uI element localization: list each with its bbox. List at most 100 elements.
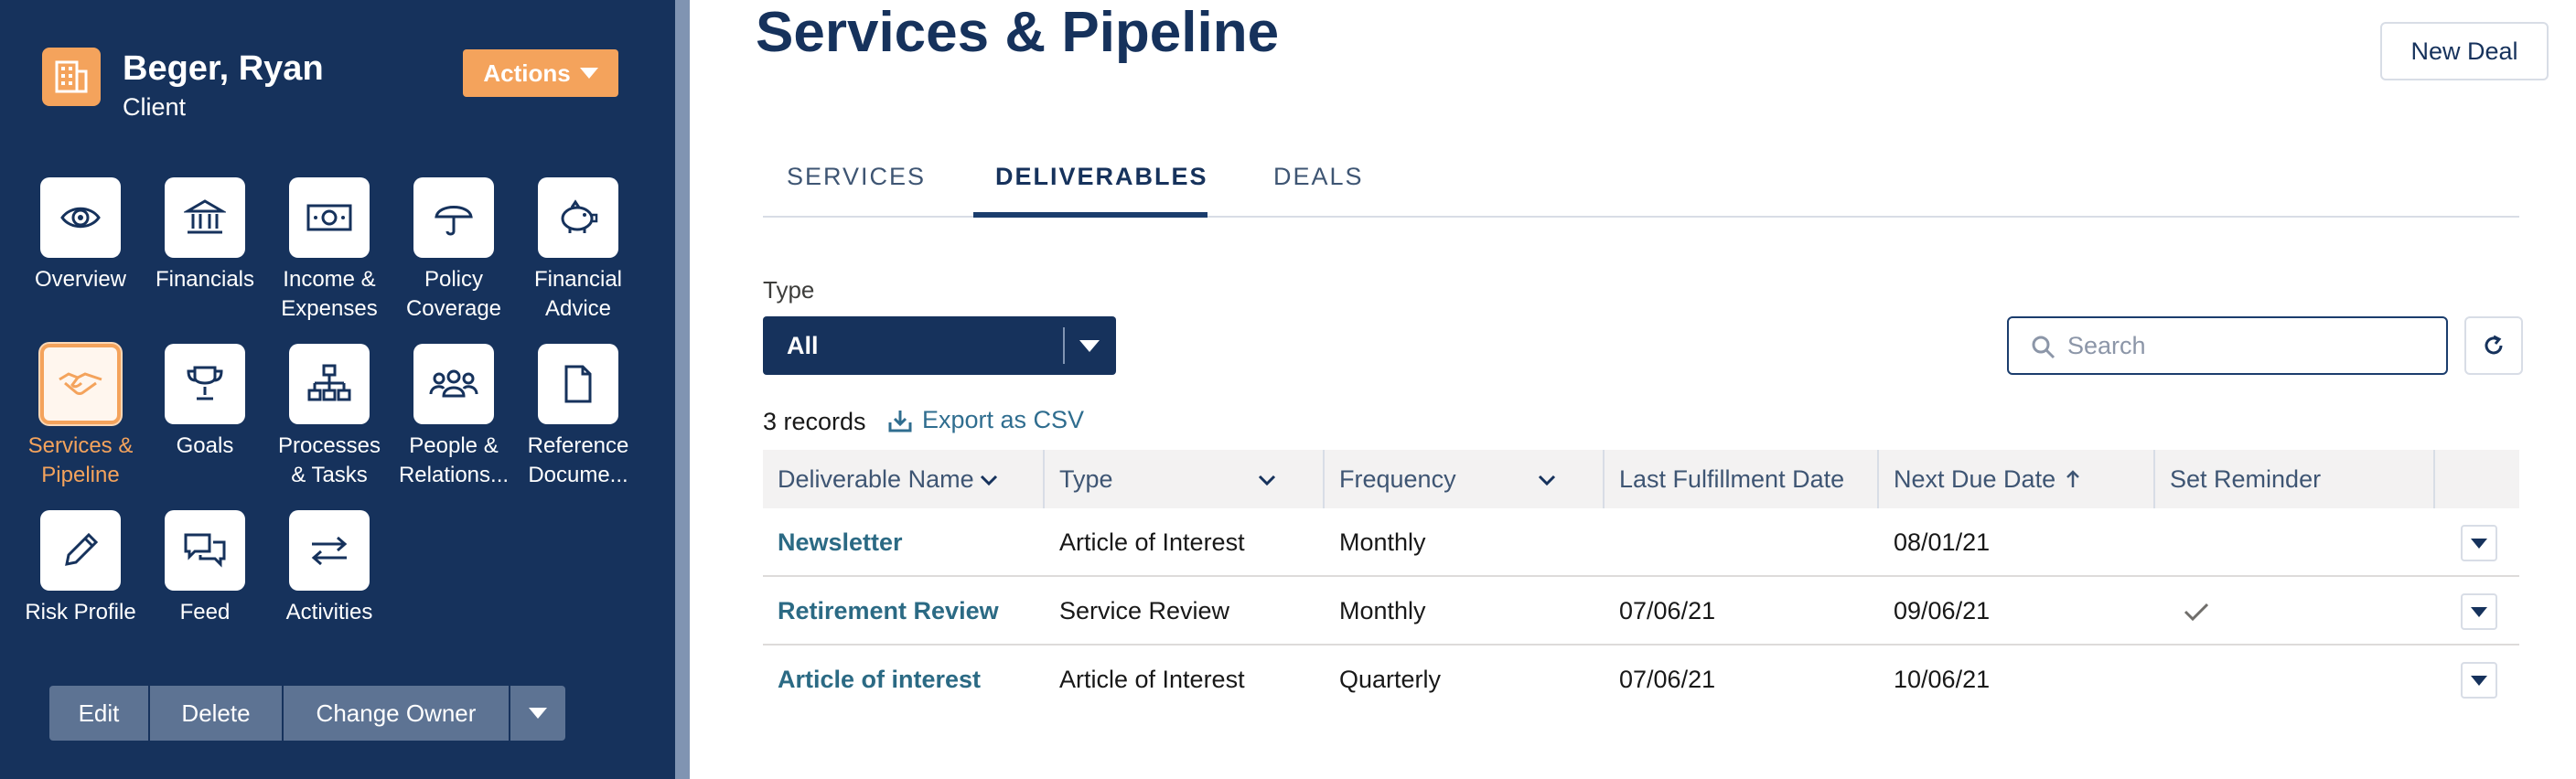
trophy-icon — [187, 366, 223, 400]
row-actions-button[interactable] — [2461, 525, 2497, 561]
search-field[interactable] — [2007, 316, 2448, 375]
chevron-down-icon[interactable] — [979, 470, 999, 490]
eye-icon — [60, 207, 101, 229]
sort-ascending-icon — [2066, 470, 2079, 487]
tile-label: Policy Coverage — [405, 267, 502, 321]
tab-deals[interactable]: DEALS — [1273, 163, 1364, 191]
chevron-down-icon[interactable] — [1537, 470, 1557, 490]
tile-label: People & Relations... — [398, 433, 510, 487]
deliverable-name-link[interactable]: Retirement Review — [763, 577, 999, 646]
frequency-cell: Monthly — [1339, 528, 1426, 556]
type-filter-label: Type — [763, 276, 815, 304]
tile-box — [538, 344, 618, 424]
type-filter-select[interactable]: All — [763, 316, 1116, 375]
next-due-cell: 10/06/21 — [1894, 666, 1991, 693]
delete-button[interactable]: Delete — [150, 686, 284, 741]
tile-goals[interactable]: Goals — [143, 344, 267, 461]
last-fulfillment-cell: 07/06/21 — [1619, 666, 1716, 693]
select-divider — [1063, 327, 1065, 364]
column-separator[interactable] — [2433, 450, 2435, 508]
export-csv-label: Export as CSV — [922, 406, 1085, 433]
chat-icon — [184, 533, 226, 568]
umbrella-icon — [435, 206, 473, 236]
search-input[interactable] — [2067, 325, 2433, 366]
building-icon — [42, 48, 101, 106]
tile-box — [289, 177, 370, 258]
tile-income-expenses[interactable]: Income & Expenses — [267, 177, 392, 324]
tile-label: Risk Profile — [25, 600, 136, 624]
piggy-bank-icon — [561, 199, 598, 233]
tile-activities[interactable]: Activities — [267, 510, 392, 627]
tile-box — [413, 177, 494, 258]
tile-overview[interactable]: Overview — [18, 177, 143, 294]
caret-down-icon — [2471, 606, 2487, 617]
column-header-last-fulfillment-date[interactable]: Last Fulfillment Date — [1605, 450, 1877, 508]
more-actions-button[interactable] — [510, 686, 565, 741]
tab-deliverables[interactable]: DELIVERABLES — [995, 163, 1208, 191]
page-title: Services & Pipeline — [756, 1, 1280, 64]
actions-label: Actions — [483, 59, 571, 87]
row-actions-button[interactable] — [2461, 593, 2497, 630]
deliverable-name-link[interactable]: Article of interest — [763, 646, 981, 714]
column-header-type[interactable]: Type — [1045, 450, 1325, 508]
type-cell: Article of Interest — [1059, 528, 1245, 556]
tile-box — [289, 510, 370, 591]
caret-down-icon — [2471, 538, 2487, 549]
column-header-label: Next Due Date — [1894, 464, 2056, 493]
row-actions-button[interactable] — [2461, 662, 2497, 699]
chevron-down-icon[interactable] — [1257, 470, 1277, 490]
tile-box — [40, 510, 121, 591]
new-deal-button[interactable]: New Deal — [2380, 22, 2549, 80]
caret-down-icon — [2471, 675, 2487, 686]
tile-financials[interactable]: Financials — [143, 177, 267, 294]
table-row: Article of interest Article of Interest … — [763, 646, 2519, 714]
caret-down-icon — [529, 708, 547, 719]
tile-label: Financial Advice — [533, 267, 623, 321]
tile-label: Income & Expenses — [281, 267, 378, 321]
tile-box — [165, 344, 245, 424]
export-csv-link[interactable]: Export as CSV — [887, 406, 1084, 434]
tile-policy-coverage[interactable]: Policy Coverage — [392, 177, 516, 324]
change-owner-button[interactable]: Change Owner — [284, 686, 510, 741]
table-row: Newsletter Article of Interest Monthly 0… — [763, 508, 2519, 577]
checkmark-icon — [2184, 603, 2209, 621]
caret-down-icon — [579, 68, 598, 79]
client-name: Beger, Ryan — [123, 49, 324, 88]
actions-button[interactable]: Actions — [463, 49, 618, 97]
sidebar-scrollbar[interactable] — [675, 0, 690, 779]
org-chart-icon — [307, 364, 351, 401]
column-header-frequency[interactable]: Frequency — [1325, 450, 1605, 508]
tile-label: Services & Pipeline — [27, 433, 134, 487]
tile-label: Overview — [34, 267, 127, 292]
column-header-set-reminder[interactable]: Set Reminder — [2155, 450, 2433, 508]
tile-reference-documents[interactable]: Reference Docume... — [516, 344, 640, 490]
records-count: 3 records — [763, 408, 866, 435]
tile-financial-advice[interactable]: Financial Advice — [516, 177, 640, 324]
tile-services-pipeline[interactable]: Services & Pipeline — [18, 344, 143, 490]
tab-services[interactable]: SERVICES — [787, 163, 926, 191]
tile-box — [40, 344, 121, 424]
last-fulfillment-cell: 07/06/21 — [1619, 597, 1716, 624]
deliverable-name-link[interactable]: Newsletter — [763, 508, 903, 577]
people-icon — [429, 369, 478, 398]
tile-label: Financials — [155, 267, 255, 292]
column-header-next-due-date[interactable]: Next Due Date — [1879, 450, 2153, 508]
tile-label: Processes & Tasks — [277, 433, 381, 487]
refresh-button[interactable] — [2464, 316, 2523, 375]
swap-arrows-icon — [311, 536, 348, 566]
edit-button[interactable]: Edit — [49, 686, 150, 741]
tile-label: Reference Docume... — [527, 433, 629, 487]
sidebar: Beger, Ryan Client Actions Overview Fina… — [0, 0, 675, 779]
table-header: Deliverable Name Type Frequency Last Ful… — [763, 450, 2519, 508]
tile-people-relations[interactable]: People & Relations... — [392, 344, 516, 490]
tile-label: Goals — [176, 433, 234, 458]
tile-box — [165, 510, 245, 591]
column-header-deliverable-name[interactable]: Deliverable Name — [763, 450, 1043, 508]
tile-box — [538, 177, 618, 258]
tile-feed[interactable]: Feed — [143, 510, 267, 627]
tile-risk-profile[interactable]: Risk Profile — [18, 510, 143, 627]
frequency-cell: Monthly — [1339, 597, 1426, 624]
tile-box — [165, 177, 245, 258]
search-icon — [2032, 336, 2055, 359]
tile-processes-tasks[interactable]: Processes & Tasks — [267, 344, 392, 490]
